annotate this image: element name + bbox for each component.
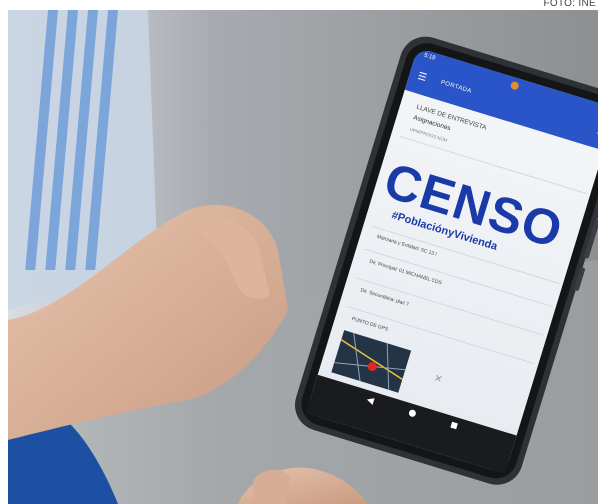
status-time: 5:19 bbox=[423, 52, 437, 62]
menu-icon[interactable]: ☰ bbox=[416, 71, 428, 84]
home-icon[interactable] bbox=[408, 408, 417, 418]
close-icon[interactable]: ✕ bbox=[433, 373, 444, 386]
photo-frame: FOTO: INE 5:19 ☰ PORTADA ⋮ LLAVE DE ENTR… bbox=[0, 0, 598, 504]
photo-credit: FOTO: INE bbox=[543, 0, 596, 9]
census-photo: 5:19 ☰ PORTADA ⋮ LLAVE DE ENTREVISTA Asi… bbox=[8, 10, 598, 504]
app-title: PORTADA bbox=[439, 79, 473, 95]
back-icon[interactable]: ◀ bbox=[365, 394, 376, 407]
field-gps: PUNTO DE GPS bbox=[350, 316, 389, 333]
field-dir-principal[interactable]: Dir. Principal: 01 MICHANEL CDS bbox=[368, 259, 442, 287]
recent-apps-icon[interactable] bbox=[450, 421, 458, 430]
more-vert-icon[interactable]: ⋮ bbox=[592, 124, 598, 137]
